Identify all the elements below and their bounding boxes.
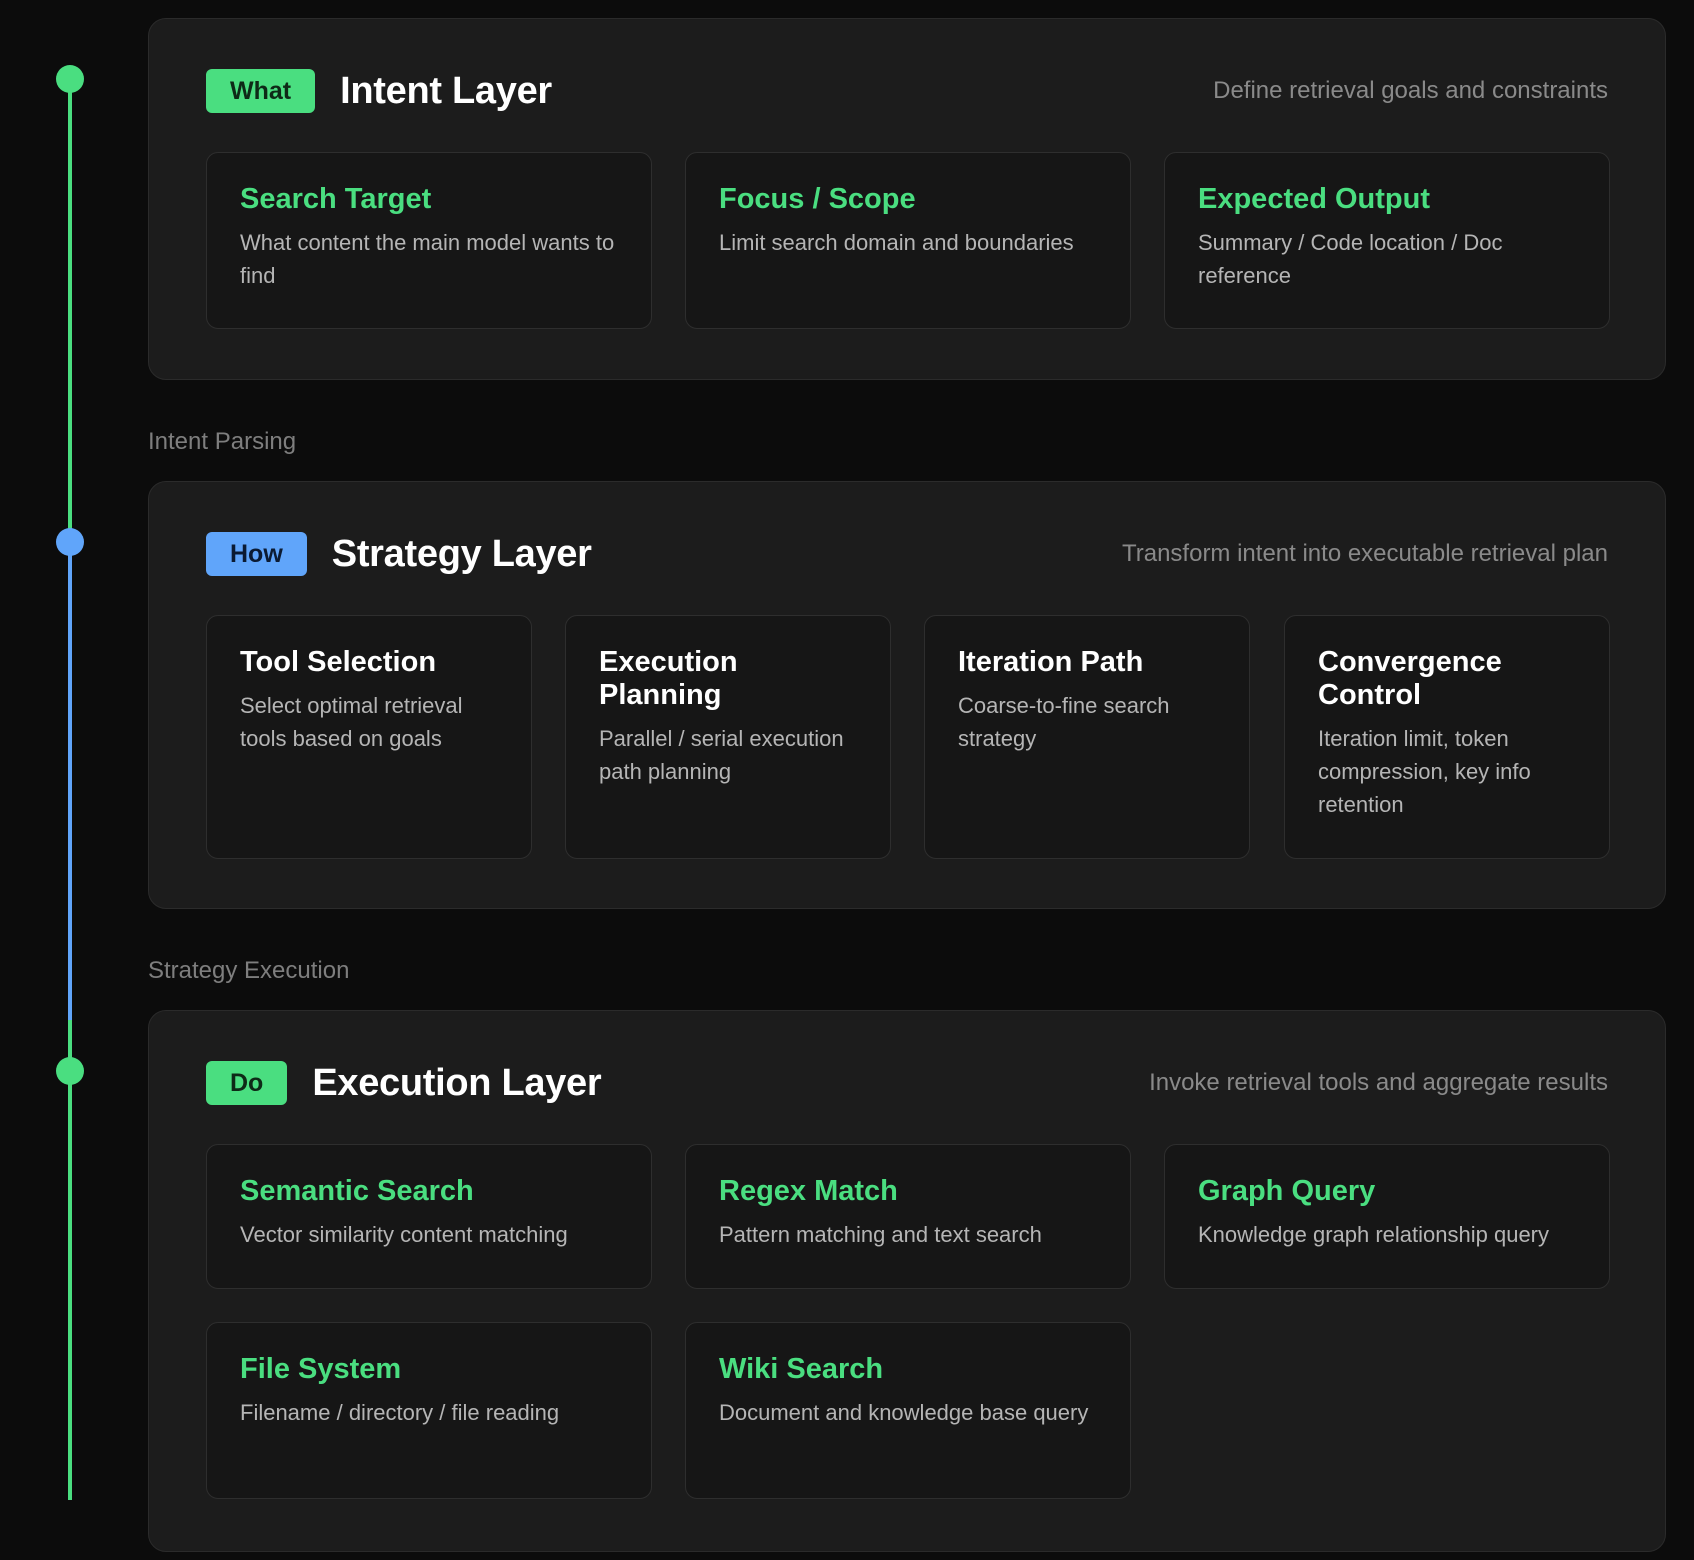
card-graph-query: Graph Query Knowledge graph relationship… bbox=[1164, 1144, 1610, 1289]
card-search-target: Search Target What content the main mode… bbox=[206, 152, 652, 329]
strategy-layer-description: Transform intent into executable retriev… bbox=[1121, 540, 1608, 567]
intent-layer-title: Intent Layer bbox=[340, 69, 552, 112]
card-title: Expected Output bbox=[1198, 183, 1431, 215]
card-description: Vector similarity content matching bbox=[240, 1222, 568, 1247]
execution-layer-header: Do Execution Layer Invoke retrieval tool… bbox=[206, 1059, 1608, 1107]
card-title: Search Target bbox=[240, 183, 432, 215]
strategy-layer-header: How Strategy Layer Transform intent into… bbox=[206, 530, 1608, 578]
card-focus-scope: Focus / Scope Limit search domain and bo… bbox=[685, 152, 1131, 329]
card-description: Iteration limit, token compression, key … bbox=[1318, 726, 1531, 817]
card-description: Filename / directory / file reading bbox=[240, 1400, 560, 1425]
card-title: Graph Query bbox=[1198, 1175, 1376, 1207]
card-execution-planning: Execution Planning Parallel / serial exe… bbox=[565, 615, 891, 859]
card-iteration-path: Iteration Path Coarse-to-fine search str… bbox=[924, 615, 1250, 859]
card-title: Wiki Search bbox=[719, 1353, 884, 1385]
card-title: File System bbox=[240, 1353, 402, 1385]
card-description: Pattern matching and text search bbox=[719, 1222, 1042, 1247]
card-convergence-control: Convergence Control Iteration limit, tok… bbox=[1284, 615, 1610, 859]
card-title: Convergence Control bbox=[1318, 646, 1502, 711]
connector-strategy-execution: Strategy Execution bbox=[148, 957, 350, 984]
intent-layer-description: Define retrieval goals and constraints bbox=[1213, 77, 1608, 104]
execution-layer-title: Execution Layer bbox=[312, 1061, 602, 1104]
card-title: Tool Selection bbox=[240, 646, 437, 678]
card-description: Limit search domain and boundaries bbox=[719, 230, 1074, 255]
connector-intent-parsing: Intent Parsing bbox=[148, 428, 297, 455]
card-title: Focus / Scope bbox=[719, 183, 916, 215]
strategy-layer-panel: How Strategy Layer Transform intent into… bbox=[148, 481, 1666, 909]
card-description: Coarse-to-fine search strategy bbox=[958, 693, 1170, 751]
card-semantic-search: Semantic Search Vector similarity conten… bbox=[206, 1144, 652, 1289]
timeline-line-strategy bbox=[68, 542, 72, 1020]
card-description: Document and knowledge base query bbox=[719, 1400, 1089, 1425]
execution-layer-badge: Do bbox=[206, 1061, 288, 1105]
card-title: Regex Match bbox=[719, 1175, 898, 1207]
card-description: Parallel / serial execution path plannin… bbox=[599, 726, 844, 784]
card-title: Iteration Path bbox=[958, 646, 1144, 678]
card-description: Knowledge graph relationship query bbox=[1198, 1222, 1550, 1247]
timeline-node-strategy bbox=[56, 528, 84, 556]
intent-layer-header: What Intent Layer Define retrieval goals… bbox=[206, 67, 1608, 115]
card-expected-output: Expected Output Summary / Code location … bbox=[1164, 152, 1610, 329]
strategy-layer-title: Strategy Layer bbox=[331, 532, 592, 575]
timeline-node-intent bbox=[56, 65, 84, 93]
timeline-line-execution bbox=[68, 1020, 72, 1500]
card-tool-selection: Tool Selection Select optimal retrieval … bbox=[206, 615, 532, 859]
execution-layer-panel: Do Execution Layer Invoke retrieval tool… bbox=[148, 1010, 1666, 1552]
card-title: Semantic Search bbox=[240, 1175, 474, 1207]
card-title: Execution Planning bbox=[599, 646, 738, 711]
intent-layer-badge: What bbox=[206, 69, 316, 113]
card-description: Select optimal retrieval tools based on … bbox=[240, 693, 463, 751]
card-description: What content the main model wants to fin… bbox=[240, 230, 615, 288]
strategy-layer-badge: How bbox=[206, 532, 307, 576]
card-file-system: File System Filename / directory / file … bbox=[206, 1322, 652, 1499]
timeline-node-execution bbox=[56, 1057, 84, 1085]
card-description: Summary / Code location / Doc reference bbox=[1198, 230, 1503, 288]
card-wiki-search: Wiki Search Document and knowledge base … bbox=[685, 1322, 1131, 1499]
timeline-line-intent bbox=[68, 78, 72, 542]
execution-layer-description: Invoke retrieval tools and aggregate res… bbox=[1149, 1069, 1608, 1096]
intent-layer-panel: What Intent Layer Define retrieval goals… bbox=[148, 18, 1666, 380]
card-regex-match: Regex Match Pattern matching and text se… bbox=[685, 1144, 1131, 1289]
